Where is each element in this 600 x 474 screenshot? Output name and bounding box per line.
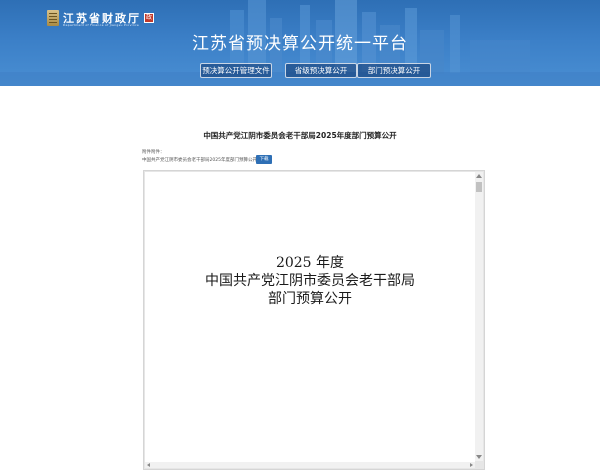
scroll-right-icon[interactable] (470, 463, 473, 467)
vertical-scrollbar[interactable] (475, 172, 483, 461)
pdf-viewer[interactable]: 2025 年度 中国共产党江阴市委员会老干部局 部门预算公开 (143, 170, 485, 470)
document-title: 中国共产党江阴市委员会老干部局2025年度部门预算公开 (203, 131, 397, 140)
pdf-page-subtitle: 部门预算公开 (268, 291, 352, 307)
site-title: 江苏省预决算公开统一平台 (192, 34, 408, 54)
pdf-page-organization: 中国共产党江阴市委员会老干部局 (205, 273, 415, 289)
site-header: 江苏省财政厅 政 Department of Finance of Jiangs… (0, 0, 600, 86)
nav-department-budget-disclosure[interactable]: 部门预决算公开 (357, 63, 431, 78)
scroll-down-icon[interactable] (476, 455, 482, 459)
pdf-page: 2025 年度 中国共产党江阴市委员会老干部局 部门预算公开 (145, 172, 475, 463)
nav-budget-management-files[interactable]: 预决算公开管理文件 (200, 63, 272, 78)
pdf-page-year: 2025 年度 (275, 255, 345, 271)
logo-subtitle: Department of Finance of Jiangsu Provinc… (63, 23, 140, 27)
scrollbar-thumb[interactable] (476, 182, 482, 192)
building-logo-icon (47, 10, 59, 26)
main-nav: 预决算公开管理文件 省级预决算公开 部门预决算公开 (0, 63, 600, 78)
horizontal-scrollbar[interactable] (145, 462, 475, 468)
seal-icon: 政 (144, 13, 154, 23)
scroll-up-icon[interactable] (476, 174, 482, 178)
download-button[interactable]: 下载 (256, 155, 272, 164)
scroll-left-icon[interactable] (147, 463, 150, 467)
attachment-label: 附件附件： (142, 150, 165, 155)
attachment-filename[interactable]: 中国共产党江阴市委员会老干部局2025年度部门预算公开.pdf (142, 157, 266, 163)
nav-provincial-budget-disclosure[interactable]: 省级预决算公开 (285, 63, 357, 78)
